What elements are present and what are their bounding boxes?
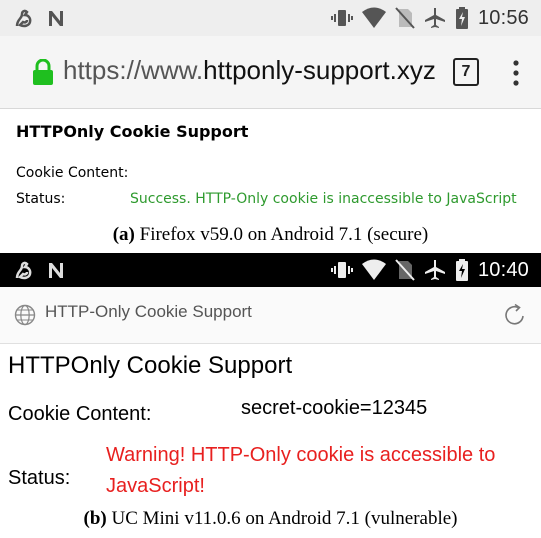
lock-icon xyxy=(33,59,53,85)
clock: 10:56 xyxy=(477,6,529,29)
status-value: Success. HTTP-Only cookie is inaccessibl… xyxy=(130,191,517,207)
tab-count-button[interactable]: 7 xyxy=(453,58,479,86)
uc-mini-screenshot: 10:40 HTTP-Only Cookie Support HTTPOnly … xyxy=(0,253,541,503)
n-letter-icon xyxy=(49,11,63,26)
wifi-icon xyxy=(361,7,386,28)
vibrate-icon xyxy=(330,262,353,278)
vibrate-icon xyxy=(330,10,353,26)
page-title-bar[interactable]: HTTP-Only Cookie Support xyxy=(45,302,252,322)
caption-b: (b) UC Mini v11.0.6 on Android 7.1 (vuln… xyxy=(0,508,541,530)
url-domain: httponly-support.xyz xyxy=(203,55,436,85)
status-label: Status: xyxy=(16,191,66,207)
battery-charging-icon xyxy=(455,259,468,281)
overflow-menu-icon[interactable] xyxy=(513,60,519,86)
android-status-bar: 10:56 xyxy=(0,0,541,36)
page-title: HTTPOnly Cookie Support xyxy=(16,122,249,141)
caption-b-text: UC Mini v11.0.6 on Android 7.1 (vulnerab… xyxy=(106,508,458,529)
status-value: Warning! HTTP-Only cookie is accessible … xyxy=(106,444,496,497)
battery-charging-icon xyxy=(455,7,468,29)
notification-app-icon xyxy=(15,261,32,280)
cookie-content-value: secret-cookie=12345 xyxy=(241,397,428,419)
caption-a-text: Firefox v59.0 on Android 7.1 (secure) xyxy=(134,224,429,245)
divider xyxy=(0,108,541,109)
caption-a-tag: (a) xyxy=(112,224,135,245)
cookie-content-label: Cookie Content: xyxy=(16,165,129,181)
firefox-screenshot: 10:56 https://www.httponly-support.xyz 7… xyxy=(0,0,541,228)
browser-toolbar[interactable]: HTTP-Only Cookie Support xyxy=(0,287,541,344)
no-sim-icon xyxy=(395,259,415,281)
caption-b-tag: (b) xyxy=(83,508,107,529)
no-sim-icon xyxy=(395,7,415,29)
notification-app-icon xyxy=(15,9,32,28)
clock: 10:40 xyxy=(477,258,529,281)
airplane-icon xyxy=(424,8,445,28)
cookie-content-label: Cookie Content: xyxy=(8,403,152,425)
url-text[interactable]: https://www.httponly-support.xyz xyxy=(63,55,436,86)
page-title: HTTPOnly Cookie Support xyxy=(8,352,293,379)
n-letter-icon xyxy=(49,263,63,278)
address-bar[interactable]: https://www.httponly-support.xyz 7 xyxy=(0,36,541,108)
android-status-bar: 10:40 xyxy=(0,253,541,287)
reload-icon[interactable] xyxy=(503,303,527,327)
caption-a: (a) Firefox v59.0 on Android 7.1 (secure… xyxy=(0,224,541,246)
wifi-icon xyxy=(361,259,386,280)
url-scheme: https://www. xyxy=(63,55,204,85)
status-label: Status: xyxy=(8,467,71,489)
airplane-icon xyxy=(424,260,445,280)
globe-icon xyxy=(14,304,36,326)
